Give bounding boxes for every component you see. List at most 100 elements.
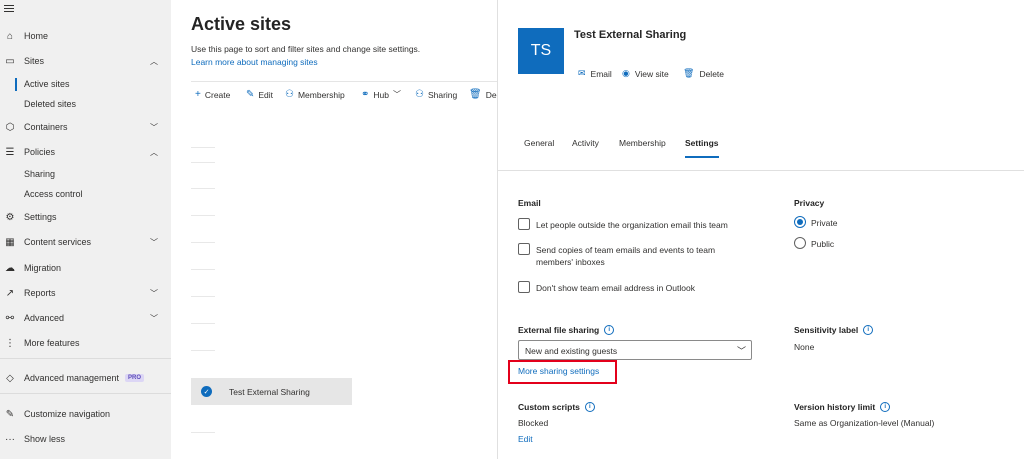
main-content: Active sites Use this page to sort and f…: [171, 0, 501, 459]
advanced-icon: ⚯: [5, 312, 15, 324]
info-icon[interactable]: i: [604, 325, 615, 335]
create-button[interactable]: + Create: [195, 89, 230, 100]
tab-general[interactable]: General: [524, 138, 554, 148]
gear-icon: ⚙: [5, 211, 15, 223]
content-services-icon: ▦: [5, 236, 15, 248]
delete-button[interactable]: 🗑 Del: [469, 89, 498, 100]
email-action[interactable]: ✉ Email: [578, 68, 612, 79]
email-outside-checkbox[interactable]: [518, 218, 530, 230]
nav-label: Advanced: [24, 313, 65, 323]
delete-action[interactable]: 🗑 Delete: [683, 68, 724, 79]
nav-item-access-control[interactable]: Access control: [0, 183, 171, 205]
nav-item-advanced[interactable]: ⚯ Advanced ﹀: [0, 307, 171, 329]
chevron-down-icon: ﹀: [150, 122, 158, 132]
nav-label: More features: [24, 338, 80, 348]
nav-item-sharing[interactable]: Sharing: [0, 163, 171, 185]
row-divider: [191, 162, 215, 163]
sharing-button[interactable]: ⚇ Sharing: [415, 89, 457, 100]
custom-scripts-edit-link[interactable]: Edit: [518, 434, 533, 444]
info-icon[interactable]: i: [584, 402, 595, 412]
external-sharing-dropdown[interactable]: New and existing guests ﹀: [518, 340, 752, 360]
nav-divider: [0, 358, 171, 359]
info-icon[interactable]: i: [863, 325, 874, 335]
nav-item-home[interactable]: ⌂ Home: [0, 25, 171, 47]
custom-scripts-label: Custom scripts i: [518, 402, 595, 412]
privacy-section-label: Privacy: [794, 198, 825, 208]
view-site-action[interactable]: ◉ View site: [622, 68, 669, 79]
external-sharing-label: External file sharing i: [518, 325, 615, 335]
nav-item-show-less[interactable]: ··· Show less: [0, 428, 171, 450]
tab-settings[interactable]: Settings: [685, 138, 719, 148]
row-divider: [191, 432, 215, 433]
nav-label: Customize navigation: [24, 409, 111, 419]
nav-item-reports[interactable]: ↗ Reports ﹀: [0, 282, 171, 304]
action-label: View site: [634, 68, 669, 79]
mail-icon: ✉: [578, 68, 586, 78]
nav-label: Containers: [24, 122, 68, 132]
button-label: Hub: [373, 89, 389, 100]
ellipsis-icon: ···: [5, 433, 15, 445]
send-copies-checkbox[interactable]: [518, 243, 530, 255]
row-divider: [191, 296, 215, 297]
site-details-panel: TS Test External Sharing ✉ Email ◉ View …: [497, 0, 1024, 459]
tab-activity[interactable]: Activity: [572, 138, 599, 148]
chevron-down-icon: ﹀: [150, 313, 158, 323]
row-divider: [191, 215, 215, 216]
checkmark-icon[interactable]: ✓: [201, 386, 212, 397]
nav-item-deleted-sites[interactable]: Deleted sites: [0, 93, 171, 115]
button-label: Create: [204, 89, 231, 100]
label-text: Version history limit: [794, 402, 876, 412]
nav-item-migration[interactable]: ☁ Migration: [0, 257, 171, 279]
plus-icon: +: [195, 89, 201, 100]
public-radio[interactable]: [794, 237, 806, 249]
nav-item-customize-navigation[interactable]: ✎ Customize navigation: [0, 403, 171, 425]
view-icon: ◉: [622, 68, 630, 78]
nav-item-content-services[interactable]: ▦ Content services ﹀: [0, 231, 171, 253]
pencil-icon: ✎: [246, 89, 255, 100]
nav-label: Access control: [24, 189, 83, 199]
label-text: Sensitivity label: [794, 325, 859, 335]
hamburger-icon[interactable]: [4, 5, 14, 14]
nav-item-active-sites[interactable]: Active sites: [0, 73, 171, 95]
private-radio[interactable]: [794, 216, 806, 228]
tab-membership[interactable]: Membership: [619, 138, 666, 148]
email-section-label: Email: [518, 198, 541, 208]
checkbox-label: Let people outside the organization emai…: [536, 220, 728, 230]
nav-label: Show less: [24, 434, 66, 444]
nav-label: Migration: [24, 263, 62, 273]
checkbox-label: Send copies of team emails and events to…: [536, 245, 716, 267]
nav-item-advanced-management[interactable]: ◇ Advanced management PRO: [0, 367, 171, 389]
label-text: External file sharing: [518, 325, 600, 335]
nav-item-containers[interactable]: ⬡ Containers ﹀: [0, 116, 171, 138]
info-icon[interactable]: i: [880, 402, 891, 412]
radio-label: Private: [811, 218, 838, 228]
nav-item-sites[interactable]: ▭ Sites ︿: [0, 50, 171, 72]
hub-button[interactable]: ⚭ Hub ﹀: [361, 89, 401, 100]
trash-icon: 🗑: [469, 89, 482, 100]
nav-divider: [0, 393, 171, 394]
dropdown-value: New and existing guests: [525, 346, 618, 356]
chart-icon: ↗: [5, 287, 15, 299]
membership-button[interactable]: ⚇ Membership: [285, 89, 345, 100]
people-icon: ⚇: [285, 89, 294, 100]
nav-label: Sharing: [24, 169, 56, 179]
nav-item-policies[interactable]: ☰ Policies ︿: [0, 141, 171, 163]
table-row[interactable]: ✓ Test External Sharing: [191, 378, 352, 405]
row-divider: [191, 147, 215, 148]
page-title: Active sites: [191, 14, 292, 34]
left-nav: ⌂ Home ▭ Sites ︿ Active sites Deleted si…: [0, 0, 171, 459]
page-description: Use this page to sort and filter sites a…: [191, 44, 421, 54]
nav-item-more-features[interactable]: ⋮ More features: [0, 332, 171, 354]
learn-more-link[interactable]: Learn more about managing sites: [191, 57, 318, 67]
nav-label: Advanced management: [24, 373, 120, 383]
label-text: Custom scripts: [518, 402, 580, 412]
cloud-icon: ☁: [5, 262, 15, 274]
edit-button[interactable]: ✎ Edit: [246, 89, 273, 100]
nav-label: Policies: [24, 147, 56, 157]
nav-item-settings[interactable]: ⚙ Settings: [0, 206, 171, 228]
hide-email-checkbox[interactable]: [518, 281, 530, 293]
sharing-icon: ⚇: [415, 89, 424, 100]
panel-title: Test External Sharing: [574, 29, 687, 41]
button-label: Membership: [297, 89, 345, 100]
nav-label: Settings: [24, 212, 57, 222]
